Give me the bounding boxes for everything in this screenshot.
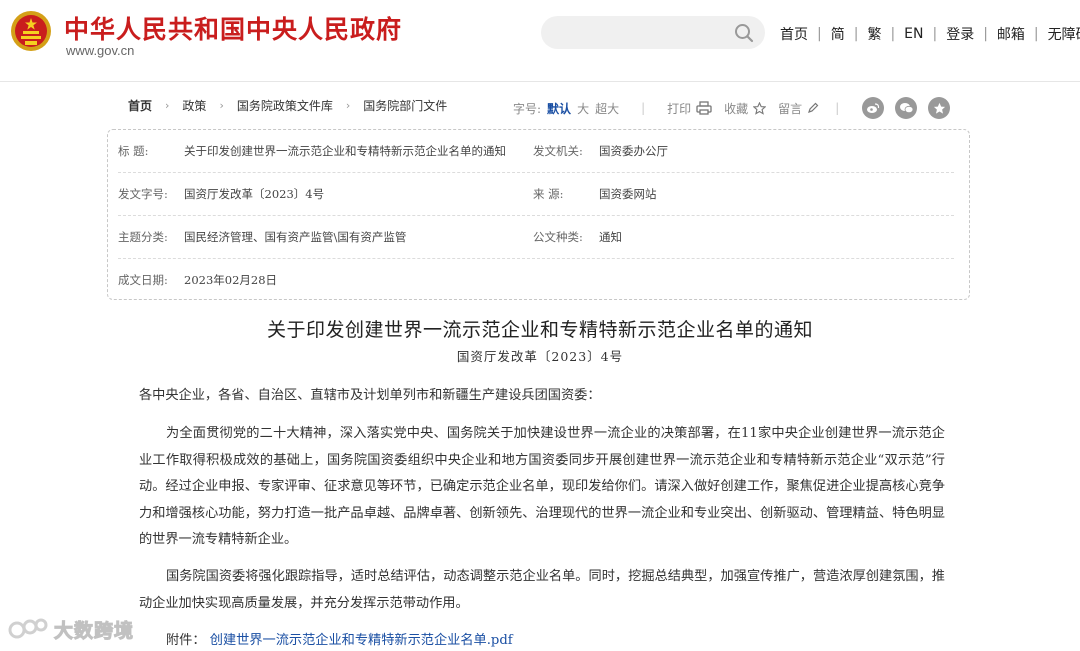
meta-title-label: 标 题: bbox=[118, 144, 149, 158]
print-label: 打印 bbox=[667, 101, 692, 116]
watermark: 大数跨境 bbox=[8, 614, 134, 644]
meta-category-label: 主题分类: bbox=[118, 230, 168, 244]
nav-separator: | bbox=[983, 26, 988, 42]
print-button[interactable]: 打印 bbox=[667, 100, 712, 117]
meta-row: 标 题: 关于印发创建世界一流示范企业和专精特新示范企业名单的通知 发文机关: … bbox=[118, 130, 954, 173]
chevron-right-icon: › bbox=[345, 99, 351, 112]
font-size-default[interactable]: 默认 bbox=[547, 100, 571, 117]
nav-separator: | bbox=[853, 26, 859, 42]
article-tools: 字号: 默认 大 超大 | 打印 收藏 留言 | bbox=[513, 97, 951, 119]
meta-row: 发文字号: 国资厅发改革〔2023〕4号 来 源: 国资委网站 bbox=[118, 173, 954, 216]
meta-type-label: 公文种类: bbox=[533, 230, 583, 244]
meta-date-label: 成文日期: bbox=[118, 272, 168, 287]
nav-english[interactable]: EN bbox=[904, 26, 923, 42]
meta-category-value: 国民经济管理、国有资产监管\国有资产监管 bbox=[184, 230, 407, 244]
printer-icon bbox=[696, 101, 712, 115]
meta-issuer-value: 国资委办公厅 bbox=[599, 144, 668, 158]
meta-row: 成文日期: 2023年02月28日 bbox=[118, 258, 954, 301]
article-paragraph: 国务院国资委将强化跟踪指导，适时总结评估，动态调整示范企业名单。同时，挖掘总结典… bbox=[139, 569, 945, 611]
share-icons bbox=[851, 97, 951, 119]
article-salutation: 各中央企业，各省、自治区、直辖市及计划单列市和新疆生产建设兵团国资委： bbox=[139, 388, 601, 403]
comment-label: 留言 bbox=[778, 101, 803, 116]
breadcrumb-home[interactable]: 首页 bbox=[128, 97, 152, 114]
nav-simplified[interactable]: 简 bbox=[831, 24, 845, 44]
font-size-xlarge[interactable]: 超大 bbox=[595, 100, 619, 117]
chevron-right-icon: › bbox=[219, 99, 224, 112]
meta-row: 主题分类: 国民经济管理、国有资产监管\国有资产监管 公文种类: 通知 bbox=[118, 216, 954, 259]
breadcrumb-department-docs[interactable]: 国务院部门文件 bbox=[363, 97, 447, 114]
meta-title-value: 关于印发创建世界一流示范企业和专精特新示范企业名单的通知 bbox=[184, 144, 506, 158]
nav-separator: | bbox=[1033, 26, 1039, 42]
chevron-right-icon: › bbox=[165, 99, 170, 112]
site-title[interactable]: 中华人民共和国中央人民政府 bbox=[64, 10, 402, 46]
favorite-button[interactable]: 收藏 bbox=[724, 100, 767, 117]
nav-traditional[interactable]: 繁 bbox=[867, 24, 881, 44]
nav-separator: | bbox=[890, 26, 896, 42]
search-input[interactable] bbox=[541, 16, 765, 49]
breadcrumb: 首页 › 政策 › 国务院政策文件库 › 国务院部门文件 bbox=[128, 97, 447, 114]
breadcrumb-policy[interactable]: 政策 bbox=[182, 97, 206, 114]
nav-login[interactable]: 登录 bbox=[946, 24, 974, 44]
pencil-icon bbox=[808, 102, 819, 113]
font-size-label: 字号: bbox=[513, 101, 542, 116]
favorite-star-icon[interactable] bbox=[928, 97, 951, 119]
watermark-logo-icon bbox=[8, 618, 48, 639]
attachment-link[interactable]: 创建世界一流示范企业和专精特新示范企业名单.pdf bbox=[210, 633, 513, 648]
article-title: 关于印发创建世界一流示范企业和专精特新示范企业名单的通知 bbox=[266, 319, 813, 341]
search-icon[interactable] bbox=[733, 22, 755, 44]
meta-source-label: 来 源: bbox=[533, 187, 564, 201]
nav-home[interactable]: 首页 bbox=[780, 24, 808, 44]
meta-issuer-label: 发文机关: bbox=[533, 144, 583, 158]
national-emblem-icon[interactable] bbox=[10, 10, 52, 52]
attachment: 附件： 创建世界一流示范企业和专精特新示范企业名单.pdf bbox=[166, 629, 513, 648]
site-header: 中华人民共和国中央人民政府 www.gov.cn 首页 | 简 | 繁 | EN | 登… bbox=[0, 0, 1080, 70]
tools-separator: | bbox=[835, 101, 840, 115]
site-domain: www.gov.cn bbox=[66, 43, 135, 58]
document-metadata: 标 题: 关于印发创建世界一流示范企业和专精特新示范企业名单的通知 发文机关: … bbox=[107, 129, 970, 300]
article-paragraph: 为全面贯彻党的二十大精神，深入落实党中央、国务院关于加快建设世界一流企业的决策部… bbox=[139, 426, 945, 547]
nav-accessibility[interactable]: 无障碍 bbox=[1048, 24, 1080, 44]
header-divider bbox=[0, 81, 1080, 82]
meta-date-value: 2023年02月28日 bbox=[184, 272, 278, 287]
meta-docno-value: 国资厅发改革〔2023〕4号 bbox=[184, 187, 325, 201]
nav-separator: | bbox=[817, 26, 822, 42]
meta-source-value: 国资委网站 bbox=[599, 187, 657, 201]
nav-separator: | bbox=[932, 26, 938, 42]
meta-docno-label: 发文字号: bbox=[118, 187, 168, 201]
wechat-icon[interactable] bbox=[895, 97, 918, 119]
comment-button[interactable]: 留言 bbox=[778, 100, 819, 117]
watermark-text: 大数跨境 bbox=[53, 619, 135, 642]
breadcrumb-policy-library[interactable]: 国务院政策文件库 bbox=[237, 97, 333, 114]
tools-separator: | bbox=[641, 101, 646, 115]
top-nav: 首页 | 简 | 繁 | EN | 登录 | 邮箱 | 无障碍 bbox=[780, 24, 1080, 44]
attachment-label: 附件： bbox=[166, 633, 206, 648]
favorite-label: 收藏 bbox=[724, 101, 749, 116]
nav-mailbox[interactable]: 邮箱 bbox=[997, 24, 1025, 44]
article-doc-number: 国资厅发改革〔2023〕4号 bbox=[456, 349, 624, 364]
star-icon bbox=[753, 101, 767, 115]
font-size-large[interactable]: 大 bbox=[577, 100, 589, 117]
weibo-icon[interactable] bbox=[862, 97, 885, 119]
meta-type-value: 通知 bbox=[599, 230, 622, 244]
